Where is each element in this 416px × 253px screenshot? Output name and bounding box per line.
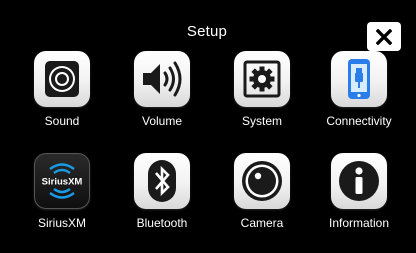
menu-item-label: Connectivity	[326, 114, 392, 128]
connectivity-tile	[331, 51, 387, 107]
menu-item-camera[interactable]: Camera	[212, 153, 312, 253]
menu-item-label: Information	[328, 216, 390, 230]
menu-item-siriusxm[interactable]: SiriusXM SiriusXM	[12, 153, 112, 253]
system-tile	[234, 51, 290, 107]
menu-item-label: System	[241, 114, 282, 128]
page-title: Setup	[186, 23, 228, 40]
menu-item-system[interactable]: System	[212, 51, 312, 151]
information-tile	[331, 153, 387, 209]
menu-item-label: Volume	[141, 114, 183, 128]
menu-item-bluetooth[interactable]: Bluetooth	[112, 153, 212, 253]
menu-item-sound[interactable]: Sound	[12, 51, 112, 151]
info-icon	[339, 161, 379, 201]
gear-icon	[243, 60, 281, 98]
menu-item-label: Sound	[44, 114, 80, 128]
bluetooth-icon	[148, 160, 176, 202]
close-button[interactable]	[367, 22, 401, 51]
menu-item-label: Bluetooth	[136, 216, 188, 230]
menu-item-label: Camera	[240, 216, 284, 230]
speaker-icon	[45, 61, 79, 97]
menu-item-volume[interactable]: Volume	[112, 51, 212, 151]
volume-tile	[134, 51, 190, 107]
close-icon	[376, 28, 392, 45]
volume-icon	[143, 61, 182, 97]
setup-screen: Setup Sound Volume System Connectivity S…	[4, 6, 410, 248]
menu-item-label: SiriusXM	[37, 216, 86, 230]
sound-tile	[34, 51, 90, 107]
camera-tile	[234, 153, 290, 209]
siriusxm-logo-text: SiriusXM	[42, 177, 83, 188]
camera-icon	[242, 161, 282, 201]
menu-item-information[interactable]: Information	[309, 153, 409, 253]
bluetooth-tile	[134, 153, 190, 209]
menu-item-connectivity[interactable]: Connectivity	[309, 51, 409, 151]
siriusxm-logo: SiriusXM	[42, 163, 83, 199]
phone-usb-icon	[348, 59, 370, 99]
siriusxm-tile: SiriusXM	[34, 153, 90, 209]
